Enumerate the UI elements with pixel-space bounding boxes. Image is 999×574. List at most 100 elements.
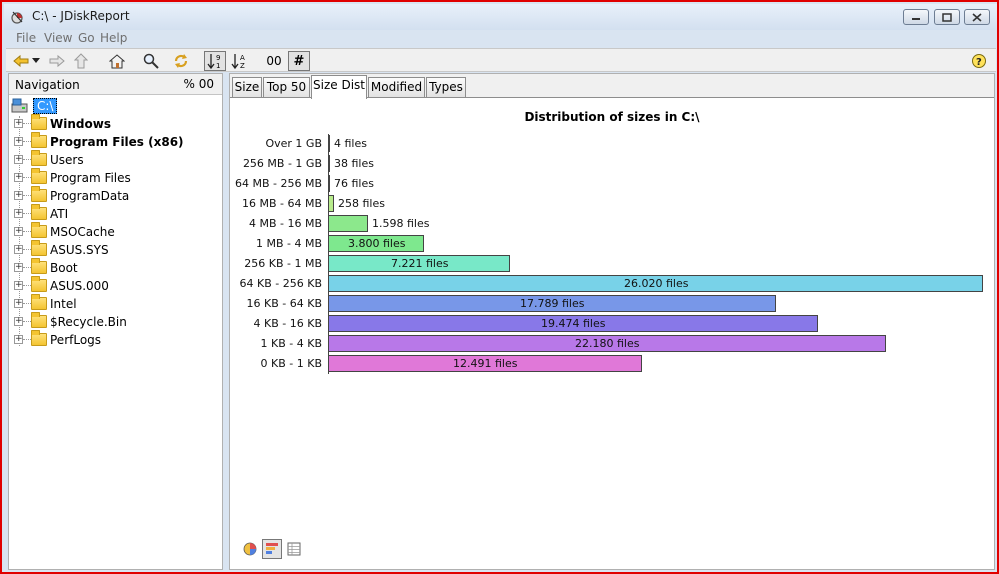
tree-item-label: ASUS.000: [50, 279, 109, 293]
tree-item[interactable]: + ProgramData: [9, 186, 222, 205]
minimize-button[interactable]: [903, 9, 929, 25]
expand-icon[interactable]: +: [14, 227, 23, 236]
help-button[interactable]: ?: [968, 51, 990, 71]
svg-text:1: 1: [216, 62, 220, 70]
folder-icon: [31, 168, 47, 184]
tree-connector: [23, 213, 31, 214]
tree-item[interactable]: + Program Files (x86): [9, 132, 222, 151]
expand-icon[interactable]: +: [14, 155, 23, 164]
search-button[interactable]: [140, 51, 162, 71]
hash-toggle-button[interactable]: #: [288, 51, 310, 71]
category-label: 1 KB - 4 KB: [260, 337, 322, 350]
tab-size[interactable]: Size: [232, 77, 262, 98]
maximize-icon: [942, 12, 952, 22]
tab-types[interactable]: Types: [426, 77, 466, 98]
category-label: 64 KB - 256 KB: [239, 277, 322, 290]
sort-by-size-button[interactable]: 91: [204, 51, 226, 71]
menu-go[interactable]: Go: [78, 31, 95, 45]
expand-icon[interactable]: +: [14, 335, 23, 344]
bar[interactable]: [328, 155, 330, 172]
close-button[interactable]: [964, 9, 990, 25]
expand-icon[interactable]: +: [14, 209, 23, 218]
tree-item-label: MSOCache: [50, 225, 115, 239]
tree-item[interactable]: + Windows: [9, 114, 222, 133]
menu-view[interactable]: View: [44, 31, 72, 45]
expand-icon[interactable]: +: [14, 281, 23, 290]
tree-item-label: ASUS.SYS: [50, 243, 109, 257]
up-button[interactable]: [70, 51, 92, 71]
help-icon: ?: [972, 54, 986, 68]
tree-item-label: Intel: [50, 297, 77, 311]
bar-chart-view-button[interactable]: [262, 539, 282, 559]
refresh-button[interactable]: [170, 51, 192, 71]
tree-root-label[interactable]: C:\: [33, 98, 58, 114]
table-view-button[interactable]: [284, 539, 304, 559]
bar-value-label: 4 files: [334, 137, 367, 150]
home-button[interactable]: [106, 51, 128, 71]
category-label: 64 MB - 256 MB: [234, 177, 322, 190]
category-label: 4 MB - 16 MB: [248, 217, 322, 230]
tree-item[interactable]: + Boot: [9, 258, 222, 277]
folder-icon: [31, 204, 47, 220]
sort-by-name-button[interactable]: AZ: [228, 51, 250, 71]
tab-size-dist[interactable]: Size Dist: [311, 75, 367, 99]
navigation-percent-header[interactable]: % 00: [184, 77, 215, 91]
expand-icon[interactable]: +: [14, 173, 23, 182]
bar-value-label: 19.474 files: [541, 317, 606, 330]
tree-item[interactable]: + PerfLogs: [9, 330, 222, 349]
menu-help[interactable]: Help: [100, 31, 127, 45]
svg-text:A: A: [240, 54, 245, 62]
tree-item[interactable]: + Intel: [9, 294, 222, 313]
tree-connector: [23, 267, 31, 268]
tree-item[interactable]: + $Recycle.Bin: [9, 312, 222, 331]
category-label: 16 MB - 64 MB: [241, 197, 322, 210]
tree-item-label: Windows: [50, 117, 111, 131]
pie-chart-view-button[interactable]: [240, 539, 260, 559]
search-icon: [143, 53, 159, 69]
back-icon: [13, 54, 29, 68]
tree-item-label: Program Files (x86): [50, 135, 184, 149]
expand-icon[interactable]: +: [14, 299, 23, 308]
tree-connector: [23, 231, 31, 232]
percent-toggle-button[interactable]: 00: [262, 51, 286, 71]
category-label: 0 KB - 1 KB: [260, 357, 322, 370]
bar[interactable]: [328, 135, 330, 152]
expand-icon[interactable]: +: [14, 263, 23, 272]
category-label: 16 KB - 64 KB: [246, 297, 322, 310]
bar-value-label: 1.598 files: [372, 217, 430, 230]
tab-top-50[interactable]: Top 50: [263, 77, 310, 98]
expand-icon[interactable]: +: [14, 119, 23, 128]
bar[interactable]: [328, 215, 368, 232]
tree-item[interactable]: + Program Files: [9, 168, 222, 187]
expand-icon[interactable]: +: [14, 317, 23, 326]
tree-item-label: Boot: [50, 261, 78, 275]
folder-icon: [31, 132, 47, 148]
expand-icon[interactable]: +: [14, 191, 23, 200]
tree-connector: [23, 177, 31, 178]
expand-icon[interactable]: +: [14, 137, 23, 146]
bar[interactable]: [328, 195, 334, 212]
bar[interactable]: [328, 175, 330, 192]
sort-name-icon: AZ: [231, 54, 245, 70]
back-dropdown-button[interactable]: [30, 51, 42, 71]
tree-item[interactable]: + ASUS.SYS: [9, 240, 222, 259]
tree-item[interactable]: + Users: [9, 150, 222, 169]
tree-item-label: ProgramData: [50, 189, 130, 203]
menu-file[interactable]: File: [16, 31, 36, 45]
category-label: 4 KB - 16 KB: [253, 317, 322, 330]
tree-item[interactable]: + MSOCache: [9, 222, 222, 241]
back-button[interactable]: [10, 51, 32, 71]
pie-chart-icon: [243, 542, 257, 556]
forward-button[interactable]: [46, 51, 68, 71]
tab-modified[interactable]: Modified: [368, 77, 425, 98]
navigation-header: Navigation % 00: [9, 74, 222, 95]
maximize-button[interactable]: [934, 9, 960, 25]
tree-item-label: PerfLogs: [50, 333, 102, 347]
tree-item[interactable]: + ATI: [9, 204, 222, 223]
tree-item[interactable]: + ASUS.000: [9, 276, 222, 295]
expand-icon[interactable]: +: [14, 245, 23, 254]
app-window: C:\ - JDiskReport File View Go Help 9 1 …: [0, 0, 999, 574]
folder-icon: [31, 276, 47, 292]
bar-value-label: 17.789 files: [520, 297, 585, 310]
title-bar[interactable]: C:\ - JDiskReport: [4, 4, 997, 30]
